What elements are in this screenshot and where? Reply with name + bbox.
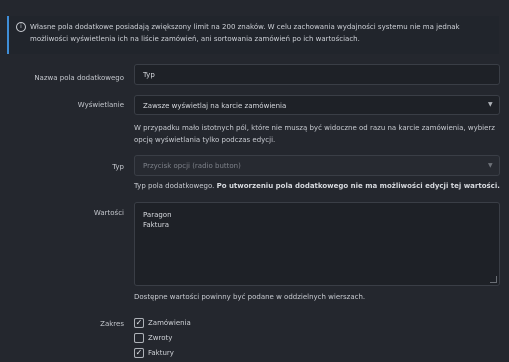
type-value: Przycisk opcji (radio button) (143, 162, 241, 170)
type-help-text: Typ pola dodatkowego. (134, 182, 217, 190)
display-label: Wyświetlanie (77, 101, 124, 109)
scope-option-returns[interactable]: Zwroty (134, 333, 214, 345)
field-name-label: Nazwa pola dodatkowego (34, 74, 124, 82)
info-text: Własne pola dodatkowe posiadają zwiększo… (30, 23, 460, 43)
chevron-down-icon: ▼ (488, 101, 493, 108)
scope-option-label: Zamówienia (148, 319, 191, 327)
resize-handle-icon[interactable] (490, 276, 497, 283)
scope-label: Zakres (100, 320, 124, 328)
display-help: W przypadku mało istotnych pól, które ni… (134, 124, 495, 144)
checkbox-checked-icon[interactable]: ✓ (134, 348, 144, 358)
scope-option-orders[interactable]: ✓ Zamówienia (134, 318, 214, 330)
type-select[interactable]: Przycisk opcji (radio button) ▼ (134, 155, 500, 176)
chevron-down-icon: ▼ (488, 161, 493, 169)
type-help-warning: Po utworzeniu pola dodatkowego nie ma mo… (216, 182, 500, 190)
type-label: Typ (112, 163, 124, 171)
info-circle-icon: i (16, 22, 26, 32)
scope-option-label: Faktury (148, 349, 174, 357)
field-name-value: Typ (143, 71, 155, 79)
checkbox-checked-icon[interactable]: ✓ (134, 318, 144, 328)
info-notice: i Własne pola dodatkowe posiadają zwięks… (7, 16, 499, 54)
field-name-input[interactable]: Typ (134, 64, 500, 85)
values-label: Wartości (93, 209, 124, 217)
values-help: Dostępne wartości powinny być podane w o… (134, 293, 366, 301)
value-line: Faktura (143, 221, 170, 229)
values-textarea[interactable]: Paragon Faktura (134, 202, 500, 286)
scope-option-invoices[interactable]: ✓ Faktury (134, 348, 214, 360)
scope-option-label: Zwroty (148, 334, 173, 342)
display-select[interactable]: Zawsze wyświetlaj na karcie zamówienia ▼ (134, 95, 500, 115)
checkbox-unchecked-icon[interactable] (134, 333, 144, 343)
display-value: Zawsze wyświetlaj na karcie zamówienia (143, 102, 287, 110)
type-help: Typ pola dodatkowego. Po utworzeniu pola… (134, 180, 506, 192)
value-line: Paragon (143, 211, 172, 219)
